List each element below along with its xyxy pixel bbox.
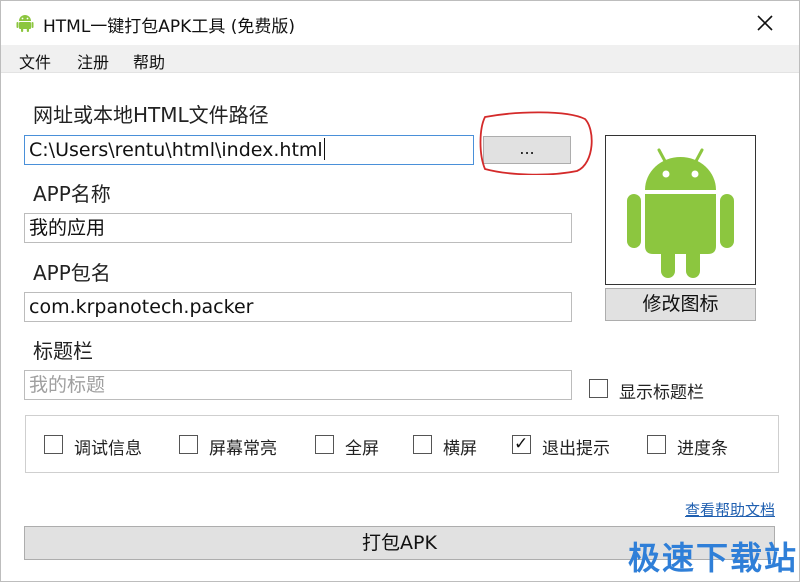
close-icon[interactable] [753, 11, 777, 35]
option-label: 屏幕常亮 [209, 439, 277, 459]
menu-help[interactable]: 帮助 [133, 49, 165, 73]
app-name-value: 我的应用 [29, 217, 106, 239]
options-group: 调试信息 屏幕常亮 全屏 横屏 ✓ 退出提示 进度条 [25, 415, 779, 473]
title-placeholder: 我的标题 [29, 374, 106, 396]
checkmark-icon: ✓ [514, 434, 529, 454]
app-icon-preview [605, 135, 756, 285]
site-watermark: 极速下载站 [628, 539, 799, 577]
menu-file[interactable]: 文件 [19, 49, 51, 73]
checkbox-box: ✓ [512, 435, 531, 454]
menu-register[interactable]: 注册 [77, 49, 109, 73]
checkbox-box [315, 435, 334, 454]
option-label: 横屏 [443, 439, 477, 459]
title-bar: HTML一键打包APK工具 (免费版) [1, 1, 799, 43]
package-value: com.krpanotech.packer [29, 296, 254, 318]
package-input[interactable]: com.krpanotech.packer [24, 292, 572, 322]
checkbox-box [413, 435, 432, 454]
text-caret [323, 138, 325, 160]
url-label: 网址或本地HTML文件路径 [33, 103, 269, 127]
android-robot-icon [627, 148, 734, 278]
android-app-icon [16, 15, 34, 32]
checkbox-box [647, 435, 666, 454]
help-docs-link[interactable]: 查看帮助文档 [685, 499, 775, 520]
change-icon-button[interactable]: 修改图标 [605, 288, 756, 321]
checkbox-box [44, 435, 63, 454]
app-name-input[interactable]: 我的应用 [24, 213, 572, 243]
url-input[interactable]: C:\Users\rentu\html\index.html [24, 135, 474, 165]
title-input[interactable]: 我的标题 [24, 370, 572, 400]
app-window: HTML一键打包APK工具 (免费版) 文件 注册 帮助 网址或本地HTML文件… [0, 0, 800, 582]
checkbox-box [179, 435, 198, 454]
app-name-label: APP名称 [33, 182, 111, 206]
checkbox-box [589, 379, 608, 398]
package-label: APP包名 [33, 261, 111, 285]
menu-bar: 文件 注册 帮助 [1, 45, 799, 73]
titlebar-label: 标题栏 [33, 339, 93, 363]
window-title: HTML一键打包APK工具 (免费版) [43, 17, 296, 37]
option-label: 进度条 [677, 439, 728, 459]
option-label: 全屏 [345, 439, 379, 459]
option-label: 退出提示 [542, 439, 610, 459]
option-label: 调试信息 [74, 439, 142, 459]
browse-button[interactable]: ... [483, 136, 571, 164]
show-titlebar-label: 显示标题栏 [619, 383, 704, 403]
url-input-value: C:\Users\rentu\html\index.html [29, 139, 323, 161]
